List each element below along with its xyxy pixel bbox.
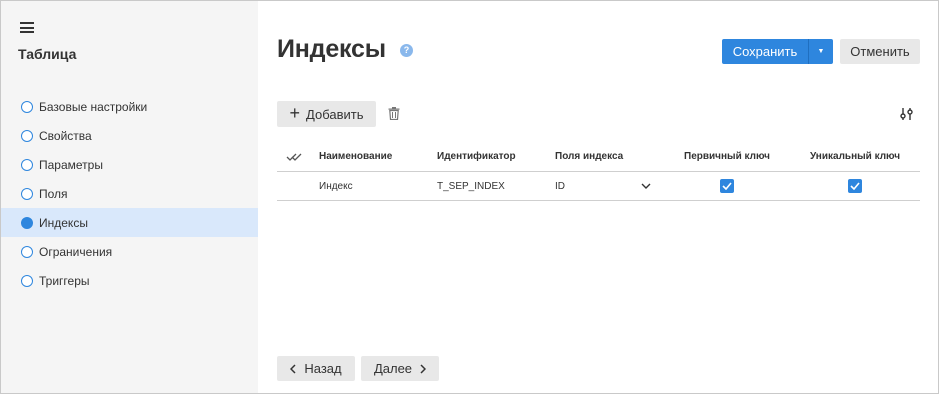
radio-icon (21, 158, 33, 171)
help-icon[interactable]: ? (400, 44, 413, 57)
index-fields-select[interactable]: ID (555, 172, 651, 200)
main-content: Индексы ? Сохранить ▼ Отменить + Добавит… (258, 1, 938, 393)
sidebar-item-label: Ограничения (39, 244, 113, 259)
sidebar-item-parameters[interactable]: Параметры (1, 150, 258, 179)
table-header: Наименование Идентификатор Поля индекса … (277, 142, 920, 172)
sidebar-nav: Базовые настройки Свойства Параметры Пол… (1, 92, 258, 295)
sidebar-item-label: Поля (39, 186, 68, 201)
trash-icon[interactable] (388, 107, 400, 120)
radio-icon (21, 274, 33, 287)
sidebar: Таблица Базовые настройки Свойства Парам… (1, 1, 258, 393)
save-dropdown-button[interactable]: ▼ (808, 39, 833, 64)
primary-key-cell (673, 172, 781, 200)
checkmark-icon (850, 182, 860, 190)
indexes-table: Наименование Идентификатор Поля индекса … (277, 142, 920, 201)
add-button[interactable]: + Добавить (277, 101, 376, 127)
menu-icon[interactable] (20, 22, 34, 33)
sidebar-item-fields[interactable]: Поля (1, 179, 258, 208)
sidebar-item-label: Базовые настройки (39, 99, 148, 114)
cancel-button[interactable]: Отменить (840, 39, 920, 64)
sidebar-item-triggers[interactable]: Триггеры (1, 266, 258, 295)
column-header-primary[interactable]: Первичный ключ (673, 142, 781, 171)
sidebar-item-constraints[interactable]: Ограничения (1, 237, 258, 266)
column-header-name[interactable]: Наименование (319, 142, 392, 171)
sidebar-item-basic-settings[interactable]: Базовые настройки (1, 92, 258, 121)
chevron-right-icon (420, 363, 427, 374)
plus-icon: + (289, 103, 301, 123)
column-header-unique[interactable]: Уникальный ключ (802, 142, 908, 171)
radio-selected-icon (21, 216, 33, 229)
chevron-down-icon[interactable] (641, 183, 651, 189)
unique-key-cell (802, 172, 908, 200)
primary-key-checkbox[interactable] (720, 179, 734, 193)
select-all-cell (286, 142, 306, 171)
sidebar-item-properties[interactable]: Свойства (1, 121, 258, 150)
column-header-fields-label: Поля индекса (555, 151, 624, 162)
double-check-icon[interactable] (286, 152, 304, 162)
save-button[interactable]: Сохранить (722, 39, 808, 64)
radio-icon (21, 129, 33, 142)
table-row[interactable]: Индекс T_SEP_INDEX ID (277, 172, 920, 201)
sidebar-item-label: Параметры (39, 157, 103, 172)
sidebar-item-label: Триггеры (39, 273, 90, 288)
back-button[interactable]: Назад (277, 356, 355, 381)
back-button-label: Назад (304, 361, 342, 376)
index-fields-value: ID (555, 180, 565, 192)
sidebar-title: Таблица (18, 46, 77, 62)
sidebar-item-indexes[interactable]: Индексы (1, 208, 258, 237)
index-name: Индекс (319, 180, 353, 192)
next-button-label: Далее (373, 361, 413, 376)
next-button[interactable]: Далее (361, 356, 439, 381)
radio-icon (21, 187, 33, 200)
unique-key-checkbox[interactable] (848, 179, 862, 193)
radio-icon (21, 100, 33, 113)
column-settings-icon[interactable] (900, 107, 913, 121)
page-title: Индексы (277, 35, 386, 63)
window: Таблица Базовые настройки Свойства Парам… (0, 0, 939, 394)
sidebar-item-label: Индексы (39, 215, 88, 230)
column-header-identifier[interactable]: Идентификатор (437, 142, 516, 171)
sidebar-item-label: Свойства (39, 128, 92, 143)
column-header-fields[interactable]: Поля индекса (555, 142, 651, 171)
chevron-left-icon (290, 363, 296, 374)
add-button-label: Добавить (306, 106, 364, 122)
checkmark-icon (722, 182, 732, 190)
radio-icon (21, 245, 33, 258)
index-identifier: T_SEP_INDEX (437, 180, 505, 192)
